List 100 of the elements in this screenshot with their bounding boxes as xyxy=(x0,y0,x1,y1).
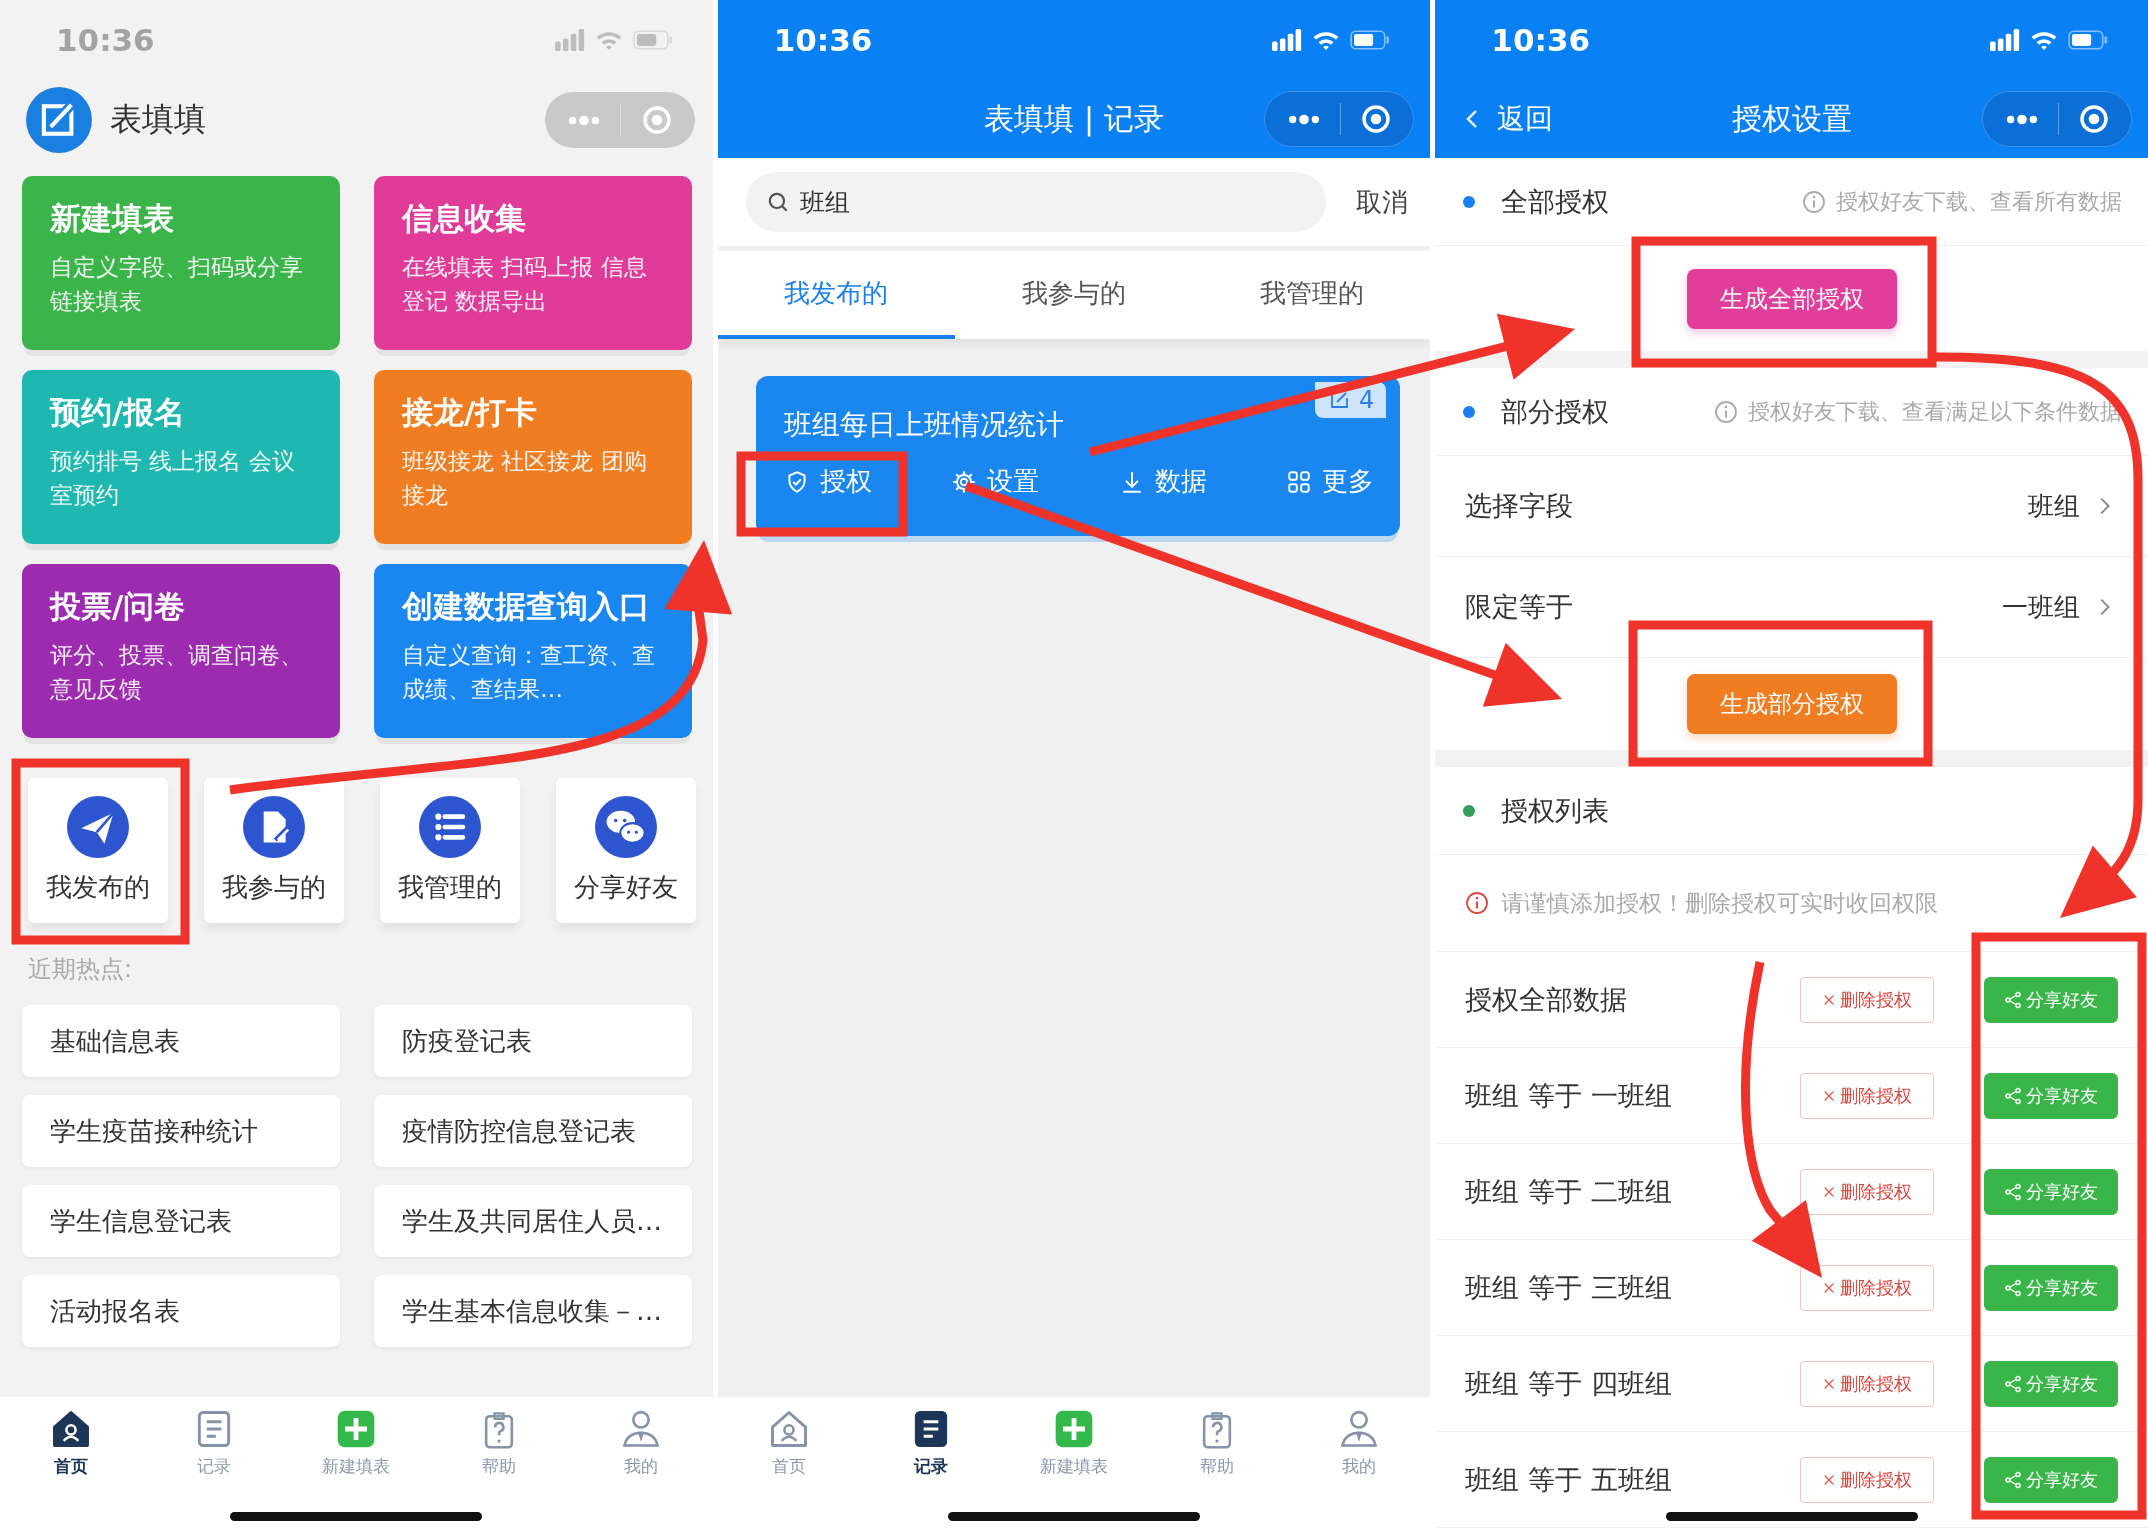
record-card[interactable]: 班组每日上班情况统计 4 授权 设置 数据 更多 xyxy=(755,376,1401,536)
row-label: 班组 等于 五班组 xyxy=(1465,1462,1673,1497)
nav-title: 表填填 | 记录 xyxy=(984,99,1164,139)
chat-bubbles-icon xyxy=(595,796,657,858)
tab[interactable]: 我发布的 xyxy=(717,251,956,339)
target-icon xyxy=(2077,103,2110,135)
hint-text: 授权好友下载、查看所有数据 xyxy=(1836,187,2122,216)
share-button[interactable]: 分享好友 xyxy=(1984,1456,2118,1503)
field-value[interactable]: 班组 xyxy=(2028,488,2080,524)
action-button[interactable]: 授权 xyxy=(783,464,872,499)
tab-bar-item[interactable]: 帮助 xyxy=(1156,1407,1277,1478)
card-description: 评分、投票、调查问卷、意见反馈 xyxy=(50,641,304,704)
target-icon xyxy=(640,104,673,136)
share-button[interactable]: 分享好友 xyxy=(1984,1072,2118,1119)
hot-list-item[interactable]: 学生信息登记表 xyxy=(22,1185,340,1257)
share-icon xyxy=(2004,1374,2022,1393)
share-button[interactable]: 分享好友 xyxy=(1984,1360,2118,1407)
row-label: 授权全部数据 xyxy=(1465,982,1629,1017)
battery-icon xyxy=(2068,30,2108,50)
quick-link-tile[interactable]: 分享好友 xyxy=(556,778,696,923)
card-description: 预约排号 线上报名 会议室预约 xyxy=(50,447,296,510)
generate-button[interactable]: 生成部分授权 xyxy=(1686,674,1897,734)
tab-bar-item[interactable]: 我的 xyxy=(1299,1407,1420,1478)
hot-list-item[interactable]: 学生基本信息收集－… xyxy=(374,1275,692,1347)
hot-list-item[interactable]: 学生疫苗接种统计 xyxy=(22,1095,340,1167)
warning-text: 请谨慎添加授权！删除授权可实时收回权限 xyxy=(1501,888,1939,918)
grid-icon xyxy=(1286,468,1313,495)
quick-link-tile[interactable]: 我发布的 xyxy=(28,778,168,923)
delete-button[interactable]: 删除授权 xyxy=(1800,1168,1934,1215)
hot-list-item[interactable]: 学生及共同居住人员… xyxy=(374,1185,692,1257)
gear-icon xyxy=(951,468,978,495)
share-icon xyxy=(2004,990,2022,1009)
tab[interactable]: 我参与的 xyxy=(955,251,1193,339)
share-icon xyxy=(2004,1278,2022,1297)
tab-bar-item[interactable]: 记录 xyxy=(153,1407,274,1478)
feature-card[interactable]: 预约/报名 预约排号 线上报名 会议室预约 xyxy=(22,370,340,544)
hot-list-item[interactable]: 防疫登记表 xyxy=(374,1005,692,1077)
wifi-icon xyxy=(594,29,623,51)
feature-card[interactable]: 信息收集 在线填表 扫码上报 信息登记 数据导出 xyxy=(374,176,692,350)
info-icon xyxy=(1802,189,1826,214)
tab-bar-item[interactable]: 帮助 xyxy=(438,1407,559,1478)
hot-list-item[interactable]: 活动报名表 xyxy=(22,1275,340,1347)
card-description: 班级接龙 社区接龙 团购接龙 xyxy=(402,447,648,510)
action-button[interactable]: 数据 xyxy=(1118,464,1207,499)
section-title: 授权列表 xyxy=(1501,793,1610,828)
card-title: 新建填表 xyxy=(50,199,175,238)
hot-list-item[interactable]: 疫情防控信息登记表 xyxy=(374,1095,692,1167)
feature-card[interactable]: 接龙/打卡 班级接龙 社区接龙 团购接龙 xyxy=(374,370,692,544)
app-title: 表填填 xyxy=(110,99,207,140)
share-button[interactable]: 分享好友 xyxy=(1984,1264,2118,1311)
generate-button[interactable]: 生成全部授权 xyxy=(1686,268,1897,329)
action-button[interactable]: 设置 xyxy=(951,464,1040,499)
tab-bar-item[interactable]: 新建填表 xyxy=(1014,1407,1134,1478)
feature-card[interactable]: 投票/问卷 评分、投票、调查问卷、意见反馈 xyxy=(22,564,340,738)
field-label: 选择字段 xyxy=(1465,489,1574,523)
card-title: 创建数据查询入口 xyxy=(402,587,651,626)
row-label: 班组 等于 二班组 xyxy=(1465,1174,1673,1209)
search-field[interactable]: 班组 xyxy=(745,172,1327,232)
section-label: 近期热点: xyxy=(27,954,134,985)
back-button[interactable]: 返回 xyxy=(1461,100,1554,138)
signal-icon xyxy=(554,29,585,51)
share-icon xyxy=(2004,1182,2022,1201)
signal-icon xyxy=(1990,29,2020,51)
battery-icon xyxy=(1350,30,1391,50)
delete-button[interactable]: 删除授权 xyxy=(1800,976,1934,1023)
delete-button[interactable]: 删除授权 xyxy=(1800,1456,1934,1503)
delete-button[interactable]: 删除授权 xyxy=(1800,1264,1934,1311)
capsule-menu[interactable] xyxy=(1982,91,2132,147)
delete-button[interactable]: 删除授权 xyxy=(1800,1360,1934,1407)
card-title: 预约/报名 xyxy=(50,393,187,432)
logo-icon xyxy=(26,87,92,153)
card-description: 自定义查询：查工资、查成绩、查结果… xyxy=(402,641,656,704)
target-icon xyxy=(1359,103,1392,135)
document-pen-icon xyxy=(243,796,305,858)
action-button[interactable]: 更多 xyxy=(1286,464,1375,499)
tab-bar-item[interactable]: 记录 xyxy=(871,1407,992,1478)
hot-list-item[interactable]: 基础信息表 xyxy=(22,1005,340,1077)
capsule-menu[interactable] xyxy=(1264,91,1415,147)
tab-bar-item[interactable]: 我的 xyxy=(581,1407,702,1478)
row-label: 班组 等于 四班组 xyxy=(1465,1366,1673,1401)
quick-link-tile[interactable]: 我参与的 xyxy=(204,778,344,923)
count-text: 4 xyxy=(1359,386,1375,414)
quick-link-tile[interactable]: 我管理的 xyxy=(380,778,520,923)
info-icon xyxy=(1465,891,1490,915)
tab-bar-item[interactable]: 首页 xyxy=(728,1407,849,1478)
delete-button[interactable]: 删除授权 xyxy=(1800,1072,1934,1119)
wifi-icon xyxy=(1312,29,1341,51)
share-button[interactable]: 分享好友 xyxy=(1984,1168,2118,1215)
field-label: 限定等于 xyxy=(1465,590,1574,624)
tab[interactable]: 我管理的 xyxy=(1192,251,1431,339)
tab-bar-item[interactable]: 首页 xyxy=(11,1407,132,1478)
battery-icon xyxy=(632,30,673,50)
cancel-button[interactable]: 取消 xyxy=(1356,184,1409,220)
tab-bar-item[interactable]: 新建填表 xyxy=(296,1407,417,1478)
share-button[interactable]: 分享好友 xyxy=(1984,976,2118,1023)
paper-plane-icon xyxy=(67,796,129,858)
feature-card[interactable]: 新建填表 自定义字段、扫码或分享链接填表 xyxy=(22,176,340,350)
feature-card[interactable]: 创建数据查询入口 自定义查询：查工资、查成绩、查结果… xyxy=(374,564,692,738)
field-value[interactable]: 一班组 xyxy=(2002,589,2080,625)
card-title: 信息收集 xyxy=(402,199,527,238)
